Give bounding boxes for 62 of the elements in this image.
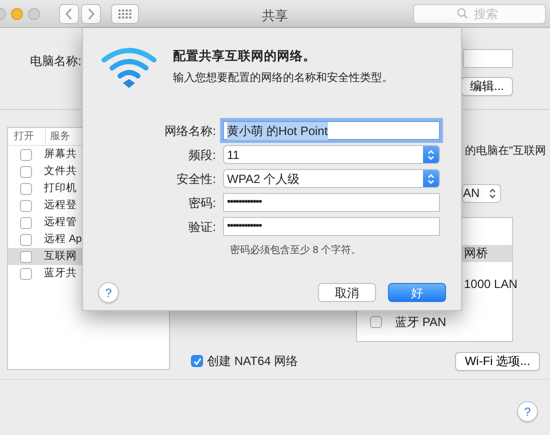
checkbox-label: 创建 NAT64 网络 [207,353,298,370]
input-field[interactable]: •••••••••••• [223,193,440,212]
search-icon [457,8,468,18]
field-label: 频段: [188,146,217,164]
popup-button[interactable]: 11 [223,145,440,164]
port-name: 网桥 [464,245,488,262]
input-field[interactable]: •••••••••••• [223,217,440,236]
chevron-right-icon [87,8,95,20]
checkbox[interactable] [20,182,32,194]
zoom-button[interactable] [28,8,40,20]
column-header: 服务 [45,129,70,144]
input-field[interactable]: 黄小萌 的Hot Point [223,121,440,140]
search-field[interactable]: 搜索 [413,4,546,24]
checkbox[interactable] [20,268,32,280]
grid-icon [118,8,132,18]
service-name: 打印机 [44,180,77,196]
port-name: 蓝牙 PAN [395,314,446,331]
service-name: 远程 Ap [44,232,82,247]
updown-icon [423,146,439,163]
field-label: 验证: [188,218,217,236]
checkbox[interactable] [20,166,32,178]
computer-name-field[interactable] [463,49,513,68]
service-name: 蓝牙共 [44,266,77,281]
service-name: 互联网 [44,248,77,264]
chevron-left-icon [65,8,73,20]
dialog-title: 配置共享互联网的网络。 [173,48,317,65]
updown-icon [489,188,496,198]
window-title: 共享 [262,8,288,23]
back-button[interactable] [59,4,79,24]
edit-button[interactable]: 编辑... [460,77,513,96]
field-label: 安全性: [176,170,217,188]
description-text: 的电脑在"互联网 [465,144,546,159]
cancel-button[interactable]: 取消 [318,283,376,302]
share-from-popup[interactable]: AN [462,184,501,202]
dialog-subtitle: 输入您想要配置的网络的名称和安全性类型。 [173,70,393,86]
checkbox[interactable] [20,216,32,228]
service-name: 文件共 [44,164,77,179]
checkbox[interactable] [20,148,32,160]
hint-text: 密码必须包含至少 8 个字符。 [230,244,362,258]
service-name: 远程管 [44,214,77,230]
checkbox[interactable] [20,200,32,212]
wifi-icon [101,47,157,89]
updown-icon [423,170,439,187]
show-all-button[interactable] [111,4,139,24]
service-name: 屏幕共 [44,146,77,162]
help-button[interactable]: ? [517,401,538,422]
checkbox[interactable] [191,355,203,367]
checkbox[interactable] [370,316,382,328]
checkbox[interactable] [20,234,32,246]
minimize-button[interactable] [11,8,23,20]
field-label: 网络名称: [164,122,217,140]
wifi-options-button[interactable]: Wi-Fi 选项... [455,352,540,370]
popup-button[interactable]: WPA2 个人级 [223,169,440,188]
checkbox[interactable] [20,250,32,262]
field-label: 密码: [188,194,217,212]
forward-button[interactable] [81,4,101,24]
service-name: 远程登 [44,198,77,213]
help-button[interactable]: ? [98,282,119,303]
field-label: 电脑名称: [30,53,82,70]
port-name: 1000 LAN [464,276,518,293]
port-row[interactable]: 蓝牙 PAN [357,314,512,330]
column-header: 打开 [14,130,35,144]
